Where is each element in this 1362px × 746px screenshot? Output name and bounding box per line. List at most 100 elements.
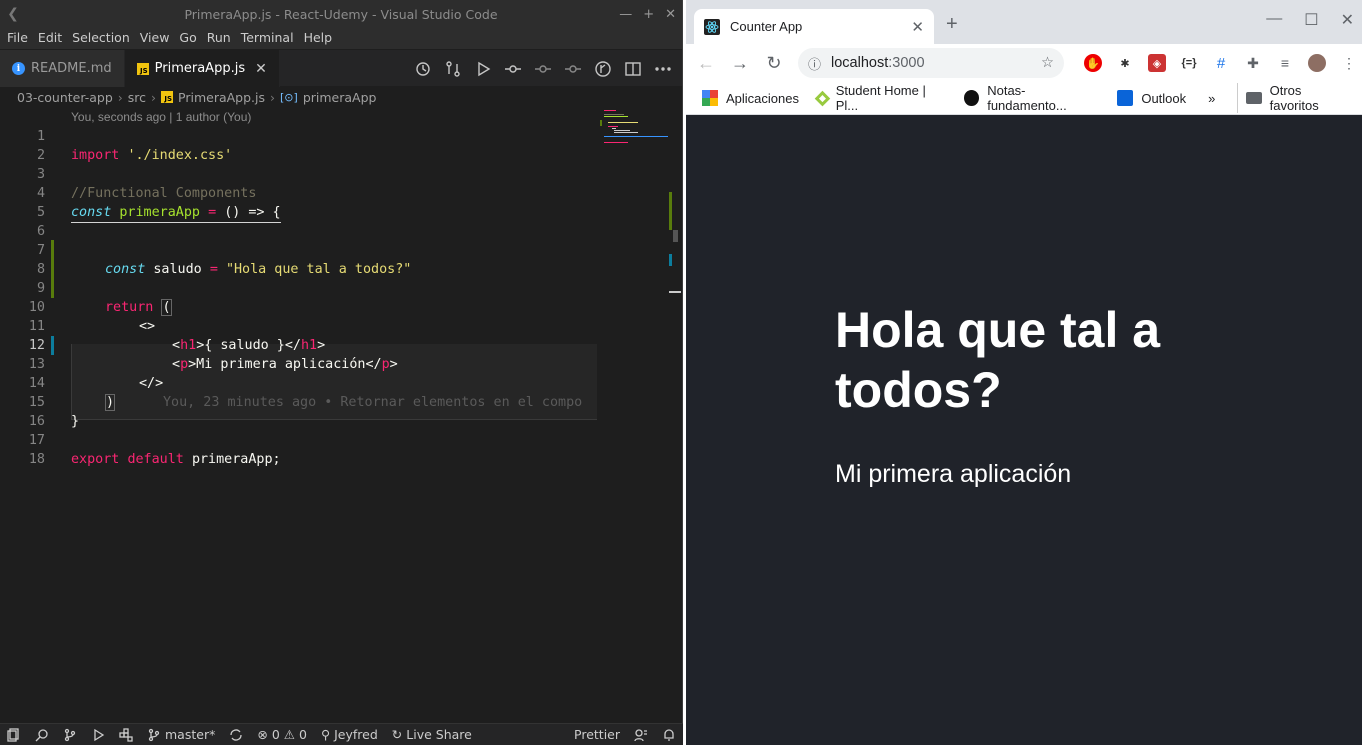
page-heading: Hola que tal a todos? — [835, 302, 1161, 418]
breadcrumb-file[interactable]: PrimeraApp.js — [178, 90, 265, 105]
platzi-icon — [814, 90, 831, 106]
timeline-icon[interactable] — [414, 60, 432, 78]
fragment-close: </> — [139, 376, 164, 391]
line-number: 7 — [36, 243, 45, 258]
puzzle-icon[interactable]: ✚ — [1244, 54, 1262, 72]
browser-tab[interactable]: Counter App ✕ — [694, 9, 934, 44]
maximize-icon[interactable]: + — [643, 0, 654, 29]
line-number: 17 — [28, 433, 45, 448]
close-tab-icon[interactable]: ✕ — [255, 61, 267, 77]
tab-primeraapp[interactable]: JS PrimeraApp.js ✕ — [124, 50, 280, 87]
folder-icon — [1246, 92, 1262, 104]
other-bookmarks[interactable]: Otros favoritos — [1237, 83, 1350, 113]
maximize-icon[interactable]: ☐ — [1304, 10, 1318, 30]
explorer-icon[interactable] — [0, 724, 28, 746]
menu-run[interactable]: Run — [202, 29, 236, 49]
back-icon[interactable]: ← — [696, 53, 716, 74]
line-number: 3 — [36, 167, 45, 182]
url: localhost:3000 — [831, 55, 925, 71]
code-line: 14 </> — [0, 374, 600, 393]
keyword: import — [71, 148, 120, 163]
media-queue-icon[interactable]: ≡ — [1276, 54, 1294, 72]
info-icon[interactable]: ⓘ — [808, 54, 821, 73]
reload-icon[interactable]: ↻ — [764, 53, 784, 74]
bookmark-star-icon[interactable]: ☆ — [1041, 55, 1054, 71]
close-icon[interactable]: ✕ — [665, 0, 676, 29]
minimize-icon[interactable]: — — [1266, 10, 1282, 30]
sync-icon[interactable] — [222, 724, 250, 746]
jsx-tag: p — [381, 357, 390, 372]
notifications-icon[interactable] — [655, 724, 683, 746]
adblock-icon[interactable]: ✋ — [1084, 54, 1102, 72]
next-change-icon[interactable] — [564, 60, 582, 78]
menu-terminal[interactable]: Terminal — [236, 29, 299, 49]
breadcrumb-folder[interactable]: 03-counter-app — [17, 90, 113, 105]
forward-icon[interactable]: → — [730, 53, 750, 74]
line-number: 16 — [28, 414, 45, 429]
jsx-bracket: > — [389, 357, 398, 372]
paren: ( — [161, 299, 172, 316]
codelens-authors[interactable]: You, seconds ago | 1 author (You) — [71, 108, 251, 126]
user-status[interactable]: ⚲ Jeyfred — [314, 724, 385, 746]
close-icon[interactable]: ✕ — [1341, 10, 1354, 30]
search-icon[interactable] — [28, 724, 56, 746]
feedback-icon[interactable] — [627, 724, 655, 746]
address-bar[interactable]: ⓘ localhost:3000 ☆ — [798, 48, 1064, 78]
chevron-right-icon: › — [117, 89, 123, 105]
url-host: localhost — [831, 55, 889, 71]
json-viewer-icon[interactable]: {=} — [1180, 54, 1198, 72]
scrollbar-thumb[interactable] — [673, 230, 678, 242]
git-commit-icon[interactable] — [504, 60, 522, 78]
bookmark-apps[interactable]: Aplicaciones — [702, 90, 799, 106]
menu-edit[interactable]: Edit — [33, 29, 67, 49]
operator: = — [209, 262, 218, 277]
split-editor-icon[interactable] — [624, 60, 642, 78]
code-line: 15) You, 23 minutes ago • Retornar elemen… — [0, 393, 600, 412]
js-file-icon: JS — [136, 62, 149, 75]
breadcrumb-src[interactable]: src — [128, 90, 146, 105]
breadcrumb-symbol[interactable]: primeraApp — [303, 90, 377, 105]
bug-extension-icon[interactable]: ✱ — [1116, 54, 1134, 72]
line-number: 5 — [36, 205, 45, 220]
minimize-icon[interactable]: — — [619, 0, 632, 29]
open-changes-icon[interactable] — [594, 60, 612, 78]
code-editor[interactable]: You, seconds ago | 1 author (You) 1 2 imp… — [0, 108, 683, 723]
extension-red-icon[interactable]: ◈ — [1148, 54, 1166, 72]
menu-selection[interactable]: Selection — [67, 29, 135, 49]
formatter-label: Prettier — [574, 727, 620, 742]
vscode-titlebar: ❮ PrimeraApp.js - React-Udemy - Visual S… — [0, 0, 682, 29]
source-control-icon[interactable] — [56, 724, 84, 746]
previous-change-icon[interactable] — [534, 60, 552, 78]
problems-status[interactable]: ⊗ 0 ⚠ 0 — [250, 724, 314, 746]
minimap[interactable] — [600, 108, 670, 168]
menu-dots-icon[interactable]: ⋮ — [1340, 54, 1358, 72]
extensions-icon[interactable] — [112, 724, 140, 746]
grid-extension-icon[interactable]: # — [1212, 54, 1230, 72]
breadcrumb: 03-counter-app › src › JS PrimeraApp.js … — [0, 86, 682, 108]
scroll-added-marker — [669, 192, 672, 230]
line-number: 12 — [28, 338, 45, 353]
tab-readme[interactable]: i README.md — [0, 50, 125, 87]
bookmark-notas[interactable]: Notas-fundamento... — [963, 83, 1099, 113]
bookmark-student-home[interactable]: Student Home | Pl... — [814, 83, 946, 113]
live-share-button[interactable]: ↻ Live Share — [385, 724, 479, 746]
bookmark-label: Aplicaciones — [726, 90, 799, 106]
menu-view[interactable]: View — [135, 29, 175, 49]
more-actions-icon[interactable] — [654, 60, 672, 78]
new-tab-icon[interactable]: + — [946, 13, 958, 36]
close-tab-icon[interactable]: ✕ — [911, 18, 924, 36]
menu-file[interactable]: File — [2, 29, 33, 49]
avatar[interactable] — [1308, 54, 1326, 72]
chevron-right-icon: › — [270, 89, 275, 105]
menu-go[interactable]: Go — [174, 29, 201, 49]
chrome-header: Counter App ✕ + — ☐ ✕ ← → ↻ ⓘ localhost:… — [686, 0, 1362, 115]
run-icon[interactable] — [474, 60, 492, 78]
branch-status[interactable]: master* — [140, 724, 222, 746]
more-bookmarks-icon[interactable]: » — [1208, 91, 1215, 106]
code-line: 7 — [0, 241, 600, 260]
prettier-status[interactable]: Prettier — [567, 724, 627, 746]
compare-changes-icon[interactable] — [444, 60, 462, 78]
menu-help[interactable]: Help — [299, 29, 338, 49]
bookmark-outlook[interactable]: Outlook — [1117, 90, 1186, 106]
debug-icon[interactable] — [84, 724, 112, 746]
